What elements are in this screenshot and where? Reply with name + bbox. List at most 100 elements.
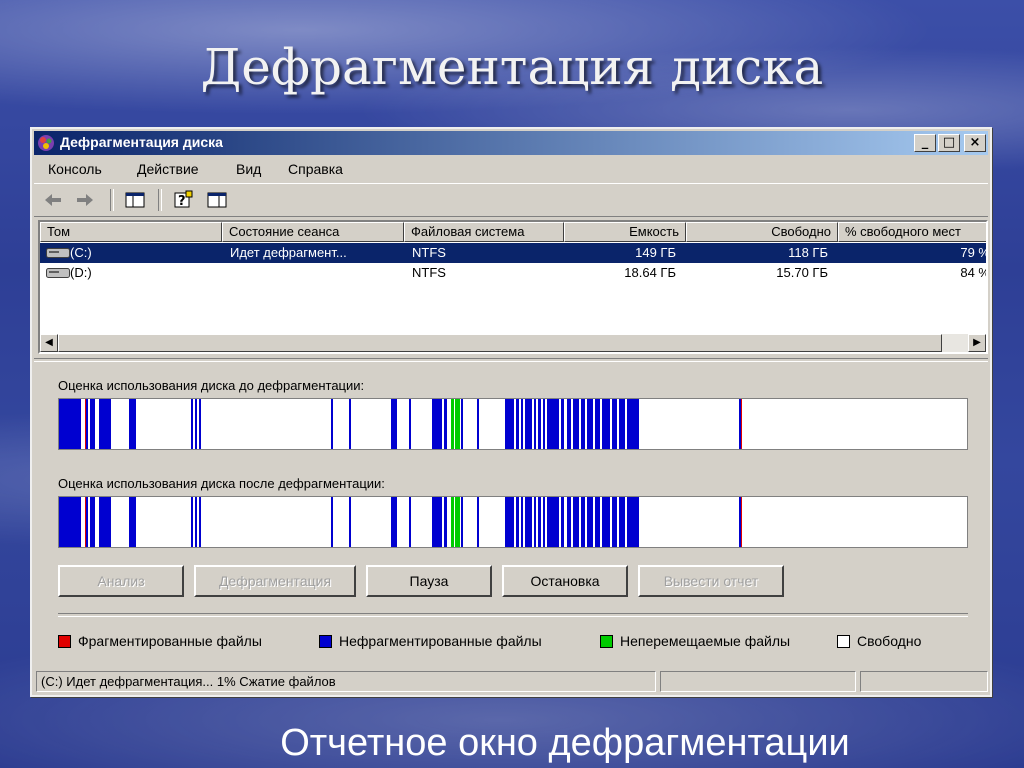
- properties-icon[interactable]: [206, 190, 228, 210]
- contiguous-segment: [567, 497, 571, 547]
- volume-percent: 79 %: [960, 245, 988, 260]
- scroll-left-button[interactable]: ◀: [40, 334, 58, 352]
- analyze-button[interactable]: Анализ: [58, 565, 184, 597]
- close-button[interactable]: ×: [964, 134, 986, 152]
- legend-label: Нефрагментированные файлы: [339, 633, 542, 649]
- contiguous-segment: [90, 399, 95, 449]
- fragmented-segment: [741, 399, 742, 449]
- defragment-button[interactable]: Дефрагментация: [194, 565, 356, 597]
- scroll-thumb[interactable]: [58, 334, 942, 352]
- legend-label: Свободно: [857, 633, 922, 649]
- contiguous-segment: [587, 399, 593, 449]
- pane-divider[interactable]: [34, 358, 988, 362]
- contiguous-segment: [627, 497, 639, 547]
- contiguous-segment: [525, 399, 532, 449]
- contiguous-segment: [516, 497, 519, 547]
- contiguous-segment: [505, 497, 514, 547]
- unmovable-segment: [451, 497, 454, 547]
- contiguous-segment: [349, 399, 351, 449]
- menu-help[interactable]: Справка: [288, 161, 343, 177]
- legend-unmovable: Неперемещаемые файлы: [600, 633, 790, 649]
- svg-text:?: ?: [178, 194, 186, 209]
- minimize-button[interactable]: _: [914, 134, 936, 152]
- contiguous-segment: [602, 497, 610, 547]
- unmovable-swatch: [600, 635, 613, 648]
- contiguous-swatch: [319, 635, 332, 648]
- contiguous-segment: [331, 497, 333, 547]
- defrag-app-icon: [38, 135, 54, 151]
- contiguous-segment: [561, 399, 564, 449]
- contiguous-segment: [461, 497, 463, 547]
- volume-name: (D:): [70, 265, 92, 280]
- legend-separator: [58, 613, 968, 617]
- contiguous-segment: [129, 497, 136, 547]
- status-pane-3: [860, 671, 988, 692]
- stop-button[interactable]: Остановка: [502, 565, 628, 597]
- column-capacity[interactable]: Емкость: [564, 222, 686, 242]
- contiguous-segment: [573, 497, 579, 547]
- column-session-state[interactable]: Состояние сеанса: [222, 222, 404, 242]
- before-defrag-map: [58, 398, 968, 450]
- unmovable-segment: [455, 399, 460, 449]
- volume-fs: NTFS: [412, 265, 446, 280]
- slide-caption: Отчетное окно дефрагментации: [280, 722, 850, 764]
- volume-row[interactable]: (C:) Идет дефрагмент... NTFS 149 ГБ 118 …: [40, 243, 988, 263]
- contiguous-segment: [199, 399, 201, 449]
- contiguous-segment: [595, 497, 600, 547]
- view-report-button[interactable]: Вывести отчет: [638, 565, 784, 597]
- column-volume[interactable]: Том: [40, 222, 222, 242]
- contiguous-segment: [191, 497, 193, 547]
- column-free[interactable]: Свободно: [686, 222, 838, 242]
- contiguous-segment: [461, 399, 463, 449]
- contiguous-segment: [516, 399, 519, 449]
- legend-label: Неперемещаемые файлы: [620, 633, 791, 649]
- contiguous-segment: [477, 399, 479, 449]
- contiguous-segment: [627, 399, 639, 449]
- contiguous-segment: [612, 497, 617, 547]
- contiguous-segment: [59, 399, 81, 449]
- contiguous-segment: [505, 399, 514, 449]
- volume-name: (C:): [70, 245, 92, 260]
- volume-capacity: 18.64 ГБ: [624, 265, 676, 280]
- legend-fragmented: Фрагментированные файлы: [58, 633, 262, 649]
- contiguous-segment: [573, 399, 579, 449]
- free-swatch: [837, 635, 850, 648]
- toolbar: ?: [34, 183, 988, 217]
- volume-row[interactable]: (D:) NTFS 18.64 ГБ 15.70 ГБ 84 %: [40, 263, 986, 283]
- slide-title: Дефрагментация диска: [200, 38, 824, 96]
- contiguous-segment: [547, 497, 559, 547]
- contiguous-segment: [538, 399, 541, 449]
- back-arrow-icon[interactable]: [42, 190, 64, 210]
- contiguous-segment: [409, 497, 411, 547]
- maximize-button[interactable]: □: [938, 134, 960, 152]
- legend-contiguous: Нефрагментированные файлы: [319, 633, 542, 649]
- title-bar: Дефрагментация диска _ □ ×: [34, 131, 988, 155]
- pause-button[interactable]: Пауза: [366, 565, 492, 597]
- window-title: Дефрагментация диска: [60, 134, 223, 150]
- status-text: (C:) Идет дефрагментация... 1% Сжатие фа…: [36, 671, 656, 692]
- volume-capacity: 149 ГБ: [635, 245, 676, 260]
- contiguous-segment: [612, 399, 617, 449]
- forward-arrow-icon[interactable]: [74, 190, 96, 210]
- help-icon[interactable]: ?: [172, 190, 194, 210]
- contiguous-segment: [99, 497, 111, 547]
- contiguous-segment: [99, 399, 111, 449]
- contiguous-segment: [561, 497, 564, 547]
- menu-view[interactable]: Вид: [236, 161, 261, 177]
- hard-disk-icon: [46, 248, 70, 258]
- column-percent-free[interactable]: % свободного мест: [838, 222, 986, 242]
- menu-console[interactable]: Консоль: [48, 161, 102, 177]
- volume-free: 15.70 ГБ: [776, 265, 828, 280]
- toolbar-separator: [110, 189, 114, 211]
- contiguous-segment: [477, 497, 479, 547]
- before-label: Оценка использования диска до дефрагмент…: [58, 378, 365, 393]
- contiguous-segment: [521, 497, 523, 547]
- contiguous-segment: [444, 497, 447, 547]
- menu-action[interactable]: Действие: [137, 161, 199, 177]
- status-pane-2: [660, 671, 856, 692]
- show-hide-tree-icon[interactable]: [124, 190, 146, 210]
- column-file-system[interactable]: Файловая система: [404, 222, 564, 242]
- horizontal-scrollbar[interactable]: ◀ ▶: [40, 334, 986, 352]
- contiguous-segment: [567, 399, 571, 449]
- scroll-right-button[interactable]: ▶: [968, 334, 986, 352]
